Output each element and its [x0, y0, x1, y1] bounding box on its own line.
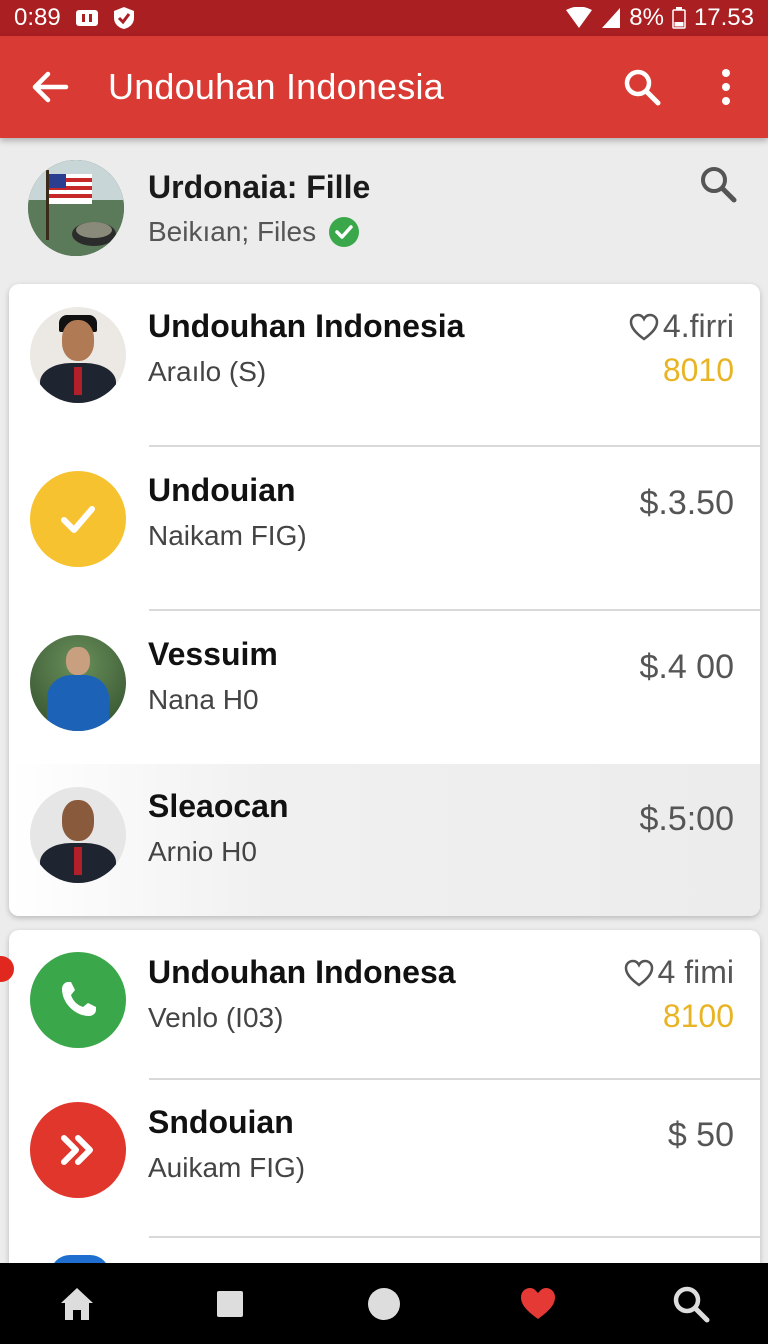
list-item[interactable]: Undouhan Indonesia Araılo (S) 4.firri 80…	[9, 284, 760, 447]
signal-icon	[601, 7, 621, 29]
flag-photo-icon	[28, 160, 124, 256]
list-card-2: Undouhan Indonesa Venlo (I03) 4 fimi 810…	[9, 930, 760, 1264]
item-price: $.3.50	[639, 484, 734, 522]
battery-icon	[672, 7, 686, 29]
divider	[149, 1236, 760, 1238]
item-subtitle: Venlo (I03)	[148, 1002, 284, 1033]
overflow-menu-button[interactable]	[684, 36, 768, 138]
item-subtitle: Auikam FIG)	[148, 1152, 306, 1183]
item-title: Vessuim	[148, 636, 278, 672]
status-bar: 0:89 8% 17.53	[0, 0, 768, 36]
profile-avatar[interactable]	[28, 160, 124, 256]
status-time-left: 0:89	[14, 4, 61, 31]
avatar	[30, 307, 126, 403]
profile-subtitle: Beikıan; Files	[148, 215, 317, 247]
search-icon	[673, 1286, 710, 1322]
item-price: $.4 00	[639, 648, 734, 686]
item-meta-text: 4.firri	[662, 308, 734, 344]
battery-percent: 8%	[629, 4, 664, 31]
item-title: Sndouian	[148, 1104, 294, 1140]
nav-favorites-button[interactable]	[508, 1274, 568, 1334]
item-subtitle: Araılo (S)	[148, 356, 267, 387]
app-bar: Undouhan Indonesia	[0, 36, 768, 138]
item-price: $ 50	[667, 1116, 734, 1154]
list-item[interactable]: Undouhan Indonesa Venlo (I03) 4 fimi 810…	[9, 930, 760, 1080]
list-item[interactable]: Sndouian Auikam FIG) $ 50	[9, 1080, 760, 1238]
heart-outline-icon	[629, 313, 659, 341]
more-vert-icon	[722, 69, 730, 105]
item-title: Undouhan Indonesa	[148, 954, 456, 990]
avatar	[30, 635, 126, 731]
item-subtitle: Arnio H0	[148, 836, 257, 867]
heart-outline-icon	[624, 959, 653, 987]
profile-header: Urdonaia: Fille Beikıan; Files	[0, 138, 768, 278]
item-value: 8010	[662, 352, 734, 388]
back-button[interactable]	[0, 36, 100, 138]
item-subtitle: Naikam FIG)	[148, 520, 307, 551]
home-icon	[60, 1287, 93, 1320]
profile-search-button[interactable]	[696, 162, 740, 206]
nav-search-button[interactable]	[661, 1274, 721, 1334]
back-arrow-icon	[32, 71, 69, 103]
item-meta: 4.firri	[629, 308, 734, 345]
app-bar-search-button[interactable]	[600, 36, 684, 138]
check-circle-icon	[30, 471, 126, 567]
notification-icon	[75, 8, 99, 28]
item-title: Undouhan Indonesia	[148, 308, 465, 344]
list-item[interactable]: Undouian Naikam FIG) $.3.50	[9, 448, 760, 611]
forward-icon	[30, 1102, 126, 1198]
verified-check-icon	[329, 216, 360, 247]
status-clock: 17.53	[693, 4, 754, 31]
app-screen: 0:89 8% 17.53 Undouhan Indonesia Urdonai…	[0, 0, 768, 1344]
divider	[149, 445, 760, 447]
divider	[149, 609, 760, 611]
list-card-1: Undouhan Indonesia Araılo (S) 4.firri 80…	[9, 284, 760, 916]
nav-home-circle-button[interactable]	[354, 1274, 414, 1334]
shield-icon	[113, 6, 135, 30]
item-price: $.5:00	[639, 800, 734, 838]
item-meta-text: 4 fimi	[657, 954, 734, 990]
wifi-icon	[565, 7, 593, 29]
list-item[interactable]: Sleaocan Arnio H0 $.5:00	[9, 764, 760, 916]
nav-recents-button[interactable]	[200, 1274, 260, 1334]
heart-icon	[520, 1287, 555, 1319]
circle-icon	[367, 1287, 400, 1320]
search-icon	[624, 69, 661, 106]
app-bar-title: Undouhan Indonesia	[108, 66, 444, 107]
phone-icon	[30, 952, 126, 1048]
item-value: 8100	[662, 998, 734, 1034]
item-title: Undouian	[148, 472, 296, 508]
search-icon	[701, 167, 737, 203]
item-title: Sleaocan	[148, 788, 289, 824]
bottom-nav-bar	[0, 1263, 768, 1344]
item-subtitle: Nana H0	[148, 684, 259, 715]
item-meta: 4 fimi	[624, 954, 734, 991]
nav-home-button[interactable]	[47, 1274, 107, 1334]
profile-name: Urdonaia: Fille	[148, 168, 371, 205]
avatar	[30, 787, 126, 883]
list-item[interactable]: Vessuim Nana H0 $.4 00	[9, 612, 760, 775]
square-icon	[217, 1290, 244, 1317]
